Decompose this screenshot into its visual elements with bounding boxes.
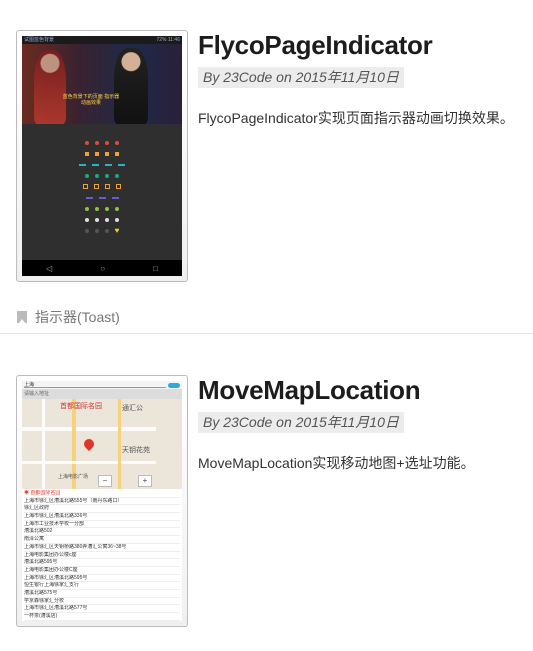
list-item: 学京森徐家汇分校 — [24, 598, 180, 606]
map-label: 通汇公 — [122, 405, 143, 412]
map-view: 首都国际名园 通汇公 天钥花苑 上海电影广场 − + — [22, 399, 182, 489]
home-icon: ○ — [100, 263, 106, 273]
list-item: 上海市徐汇区漕溪北路595号 — [24, 575, 180, 583]
banner-caption: 蓝色背景下的页面 指示器动画效果 — [62, 94, 120, 106]
map-label: 上海电影广场 — [58, 474, 89, 480]
indicator-samples: ♥ — [22, 140, 182, 235]
list-item: 上海电影集团办公楼C座 — [24, 567, 180, 575]
divider — [0, 333, 533, 334]
person-figure — [114, 48, 148, 124]
post-card: 试图蓝色背景 72% 11:46 蓝色背景下的页面 指示器动画效果 ♥ ◁ ○ … — [0, 0, 533, 300]
post-thumbnail[interactable]: 上海 请输入地址 首都国际名园 通汇公 天钥花苑 上海电影广场 − + ◉ 首都… — [16, 375, 188, 627]
map-pin-icon — [81, 436, 97, 452]
list-item: 上海市徐汇区漕溪北路577号 — [24, 605, 180, 613]
recents-icon: □ — [153, 263, 158, 273]
post-title[interactable]: FlycoPageIndicator — [198, 30, 433, 61]
zoom-in-icon: + — [138, 475, 152, 487]
list-item: 漕溪北路595号 — [24, 559, 180, 567]
post-excerpt: MoveMapLocation实现移动地图+选址功能。 — [198, 455, 475, 471]
list-item: 漕溪北路502 — [24, 528, 180, 537]
list-item: 恒生银行上海徐家汇支行 — [24, 582, 180, 590]
map-label: 天钥花苑 — [122, 447, 150, 454]
map-screenshot: 上海 请输入地址 首都国际名园 通汇公 天钥花苑 上海电影广场 − + ◉ 首都… — [22, 381, 182, 621]
list-item: 徐汇区政府 — [24, 505, 180, 514]
bookmark-icon — [17, 311, 27, 323]
indicator-row: ♥ — [84, 226, 120, 235]
city-field: 上海 — [24, 382, 166, 388]
post-thumbnail[interactable]: 试图蓝色背景 72% 11:46 蓝色背景下的页面 指示器动画效果 ♥ ◁ ○ … — [16, 30, 188, 282]
list-item: 上海市工业技术学校一分部 — [24, 521, 180, 529]
list-item: 上海电影集团办公楼c座 — [24, 552, 180, 560]
address-list: ◉ 首都国际名园 上海市徐汇区漕溪北路555号（南丹东路口） 徐汇区政府 上海市… — [22, 489, 182, 621]
phone-status-bar: 试图蓝色背景 72% 11:46 — [22, 36, 182, 44]
list-item: 南泽公寓 — [24, 536, 180, 544]
address-input: 请输入地址 — [22, 390, 182, 399]
indicator-row — [85, 151, 119, 156]
indicator-row — [83, 184, 121, 189]
post-title[interactable]: MoveMapLocation — [198, 375, 421, 406]
status-left: 试图蓝色背景 — [24, 37, 55, 43]
list-item: 上海市徐汇区漕溪北路555号（南丹东路口） — [24, 498, 180, 506]
post-tag[interactable]: 指示器(Toast) — [17, 307, 120, 327]
list-item: 一杯茶(漕溪店) — [24, 613, 180, 621]
post-card: 上海 请输入地址 首都国际名园 通汇公 天钥花苑 上海电影广场 − + ◉ 首都… — [0, 345, 533, 651]
phone-search-bar: 上海 — [22, 381, 182, 390]
person-figure — [34, 50, 66, 124]
tag-label: 指示器(Toast) — [35, 309, 120, 325]
indicator-row — [85, 195, 119, 200]
post-excerpt: FlycoPageIndicator实现页面指示器动画切换效果。 — [198, 110, 514, 126]
status-right: 72% 11:46 — [156, 37, 180, 43]
toggle — [168, 382, 180, 388]
phone-nav-bar: ◁ ○ □ — [22, 260, 182, 276]
post-meta: By 23Code on 2015年11月10日 — [198, 67, 404, 88]
list-item: 上海市徐汇区天钥桥路380弄漕汇公寓36~38号 — [24, 544, 180, 552]
list-item: 漕溪北路575号 — [24, 590, 180, 598]
back-icon: ◁ — [46, 263, 53, 273]
list-item: ◉ 首都国际名园 — [24, 490, 180, 498]
indicator-row — [85, 173, 119, 178]
indicator-row — [85, 206, 119, 211]
flyco-screenshot: 试图蓝色背景 72% 11:46 蓝色背景下的页面 指示器动画效果 ♥ ◁ ○ … — [22, 36, 182, 276]
heart-icon: ♥ — [114, 226, 120, 235]
zoom-out-icon: − — [98, 475, 112, 487]
indicator-row — [85, 217, 119, 222]
map-label: 首都国际名园 — [60, 403, 102, 410]
banner-photo: 蓝色背景下的页面 指示器动画效果 — [22, 44, 182, 124]
indicator-row — [79, 162, 125, 167]
list-item: 上海市徐汇区漕溪北路336号 — [24, 513, 180, 521]
post-meta: By 23Code on 2015年11月10日 — [198, 412, 404, 433]
indicator-row — [85, 140, 119, 145]
